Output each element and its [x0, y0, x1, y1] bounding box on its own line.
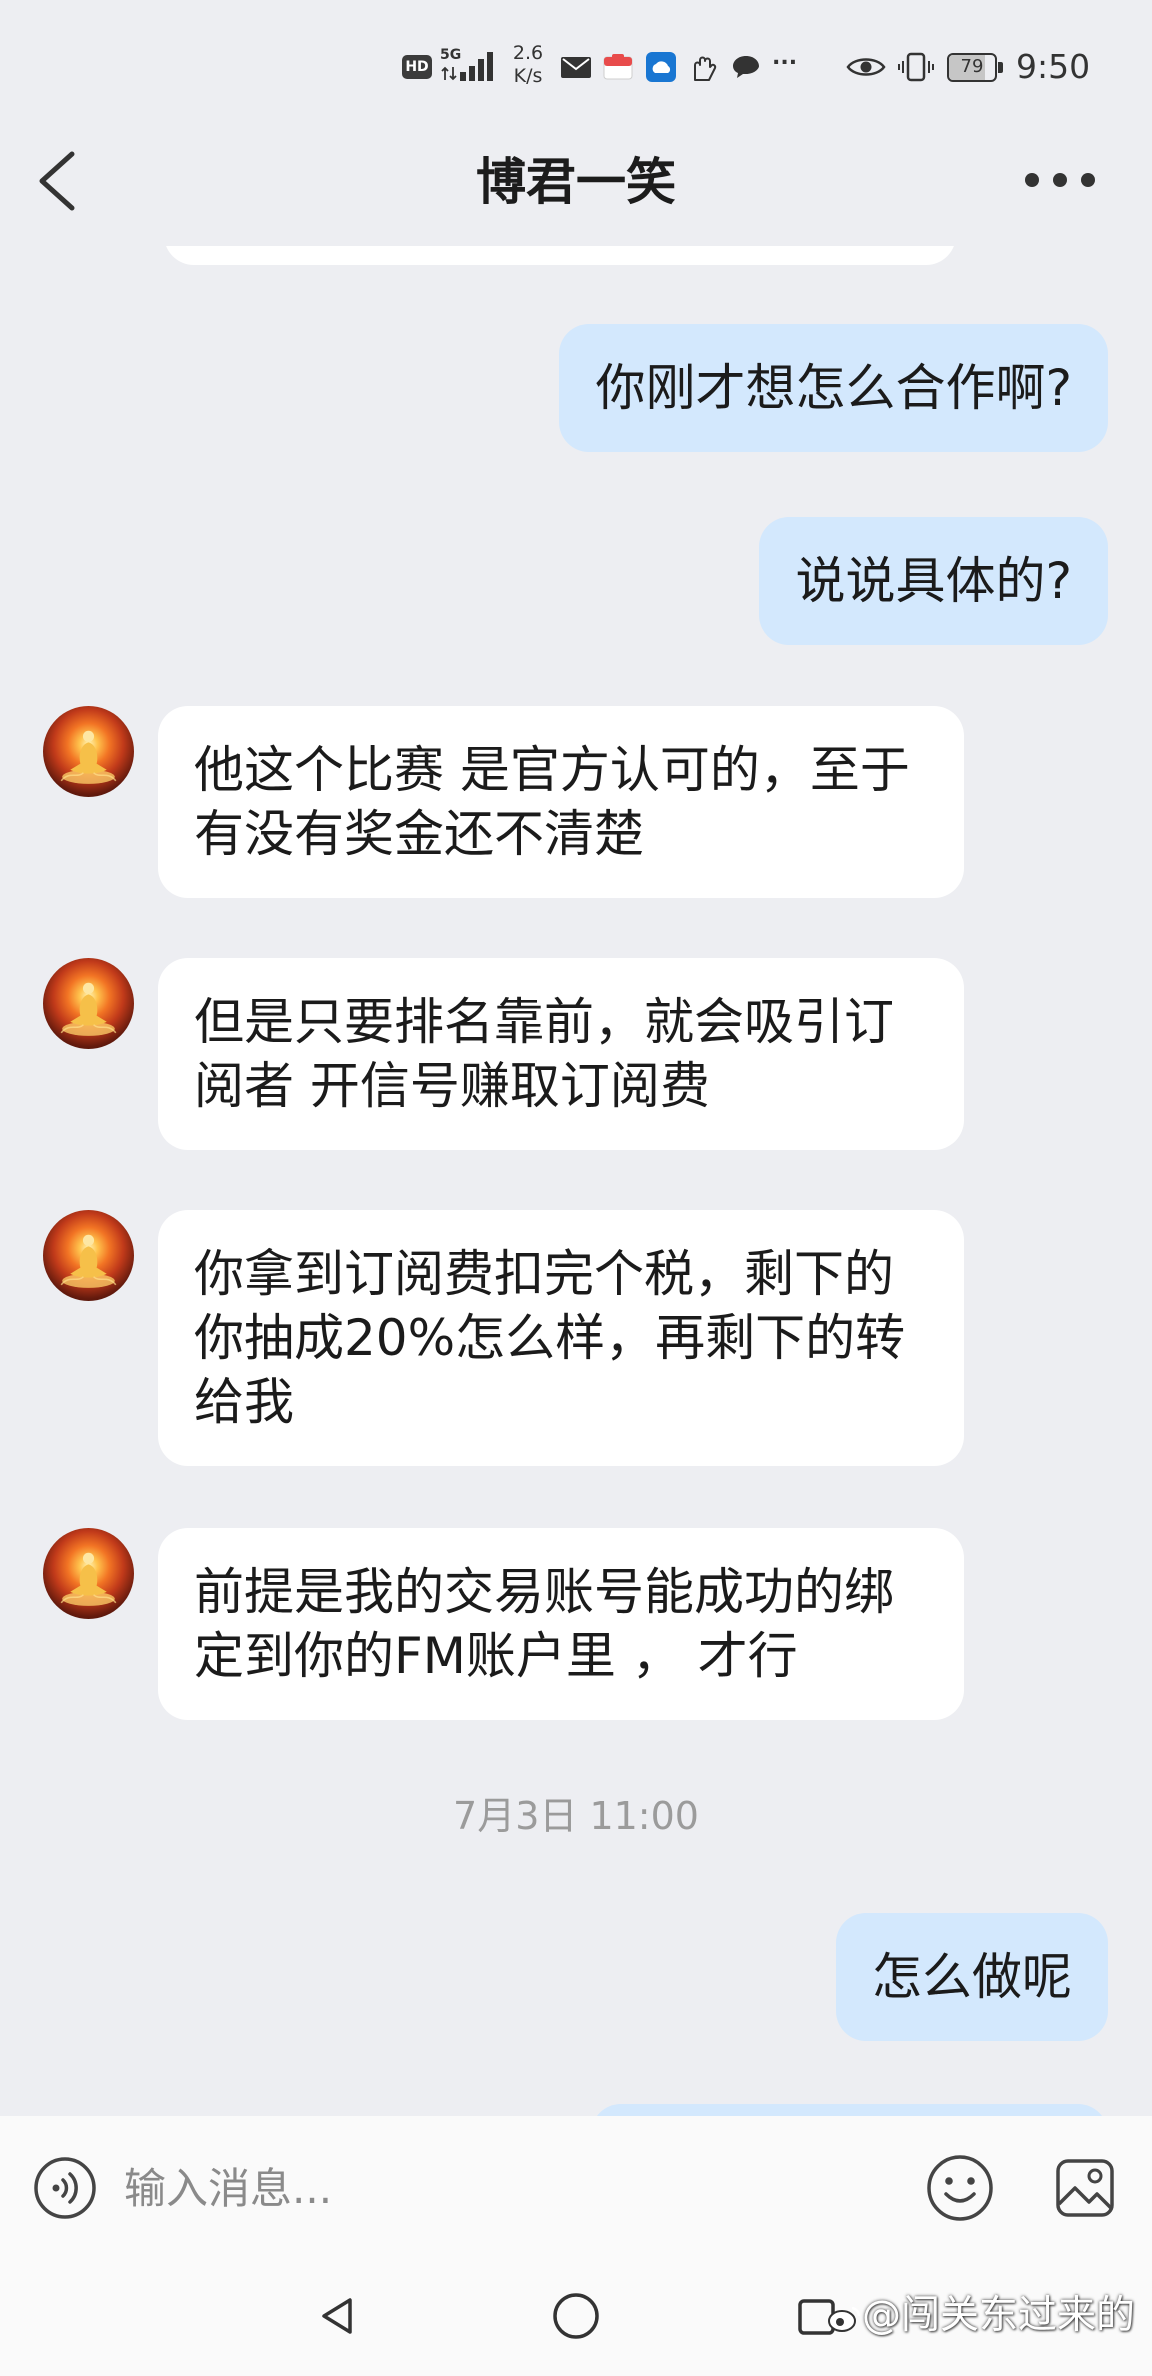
more-horizontal-icon[interactable] — [1022, 168, 1098, 192]
avatar-figure-icon — [60, 982, 117, 1036]
message-text: 给我 — [194, 1373, 294, 1431]
message-text: 你抽成20%怎么样，再剩下的转 — [194, 1309, 906, 1367]
received-message-bubble[interactable]: 他这个比赛 是官方认可的，至于 有没有奖金还不清楚 — [158, 706, 964, 898]
network-speed: 2.6 K/s — [505, 42, 551, 88]
message-input[interactable] — [124, 2160, 894, 2216]
avatar-figure-icon — [60, 730, 117, 784]
mail-icon — [561, 57, 591, 78]
page-title: 博君一笑 — [476, 153, 676, 211]
avatar-figure-icon — [60, 1552, 117, 1606]
app-notification-icon — [603, 54, 633, 80]
message-list[interactable]: 你刚才想怎么合作啊? 说说具体的? 他这个比赛 是官方认可的，至于 有没有奖金还… — [0, 246, 1152, 2116]
message-text: 怎么做呢 — [872, 1948, 1072, 2006]
nav-back-icon[interactable] — [312, 2294, 360, 2338]
data-arrows-icon — [441, 66, 457, 81]
avatar-figure-icon — [60, 1234, 117, 1288]
contact-avatar[interactable] — [43, 1210, 134, 1301]
hd-badge: HD — [402, 55, 432, 79]
contact-avatar[interactable] — [43, 1528, 134, 1619]
message-text: 前提是我的交易账号能成功的绑 — [194, 1563, 894, 1621]
battery-nub — [998, 62, 1003, 73]
time-divider: 7月3日 11:00 — [453, 1794, 699, 1838]
image-icon[interactable] — [1055, 2158, 1115, 2218]
received-message-bubble[interactable]: 但是只要排名靠前，就会吸引订 阅者 开信号赚取订阅费 — [158, 958, 964, 1150]
battery-percent: 79 — [960, 56, 984, 77]
status-overflow: ... — [772, 45, 798, 70]
status-time: 9:50 — [1016, 47, 1091, 86]
vibrate-icon — [898, 52, 934, 82]
hand-icon — [694, 56, 717, 81]
sent-message-bubble[interactable]: 说说具体的? — [759, 517, 1108, 645]
emoji-icon[interactable] — [926, 2154, 994, 2222]
input-bar: @闯关东过来的 — [0, 2116, 1152, 2376]
watermark-text: @闯关东过来的 — [862, 2293, 1136, 2338]
message-text: 你刚才想怎么合作啊? — [595, 359, 1072, 417]
chat-screen: HD 5G 2.6 K/s ... 79 9:50 博君一笑 你刚才想怎么合作啊… — [0, 0, 1152, 2376]
message-bubble-partial[interactable] — [591, 2104, 1108, 2116]
message-text: 有没有奖金还不清楚 — [194, 805, 644, 863]
contact-avatar[interactable] — [43, 706, 134, 797]
received-message-bubble[interactable]: 前提是我的交易账号能成功的绑 定到你的FM账户里 ， 才行 — [158, 1528, 964, 1720]
voice-input-icon[interactable] — [33, 2156, 97, 2220]
message-text: 他这个比赛 是官方认可的，至于 — [194, 741, 910, 799]
chat-icon — [733, 56, 759, 78]
message-text: 你拿到订阅费扣完个税，剩下的 — [194, 1245, 894, 1303]
message-text: 定到你的FM账户里 ， 才行 — [194, 1627, 798, 1685]
message-text: 说说具体的? — [795, 552, 1072, 610]
message-bubble-partial[interactable] — [164, 246, 956, 265]
contact-avatar[interactable] — [43, 958, 134, 1049]
message-text: 但是只要排名靠前，就会吸引订 — [194, 993, 894, 1051]
battery-icon: 79 — [947, 53, 997, 82]
eye-comfort-icon — [846, 58, 886, 76]
message-text: 阅者 开信号赚取订阅费 — [194, 1057, 710, 1115]
watermark-logo-icon — [828, 2306, 861, 2332]
received-message-bubble[interactable]: 你拿到订阅费扣完个税，剩下的 你抽成20%怎么样，再剩下的转 给我 — [158, 1210, 964, 1466]
sent-message-bubble[interactable]: 怎么做呢 — [836, 1913, 1108, 2041]
cloud-app-icon — [646, 52, 676, 82]
speed-value: 2.6 — [512, 42, 544, 64]
nav-home-icon[interactable] — [552, 2292, 600, 2340]
signal-bars-icon — [460, 52, 493, 81]
sent-message-bubble[interactable]: 你刚才想怎么合作啊? — [559, 324, 1108, 452]
speed-unit: K/s — [513, 65, 543, 87]
